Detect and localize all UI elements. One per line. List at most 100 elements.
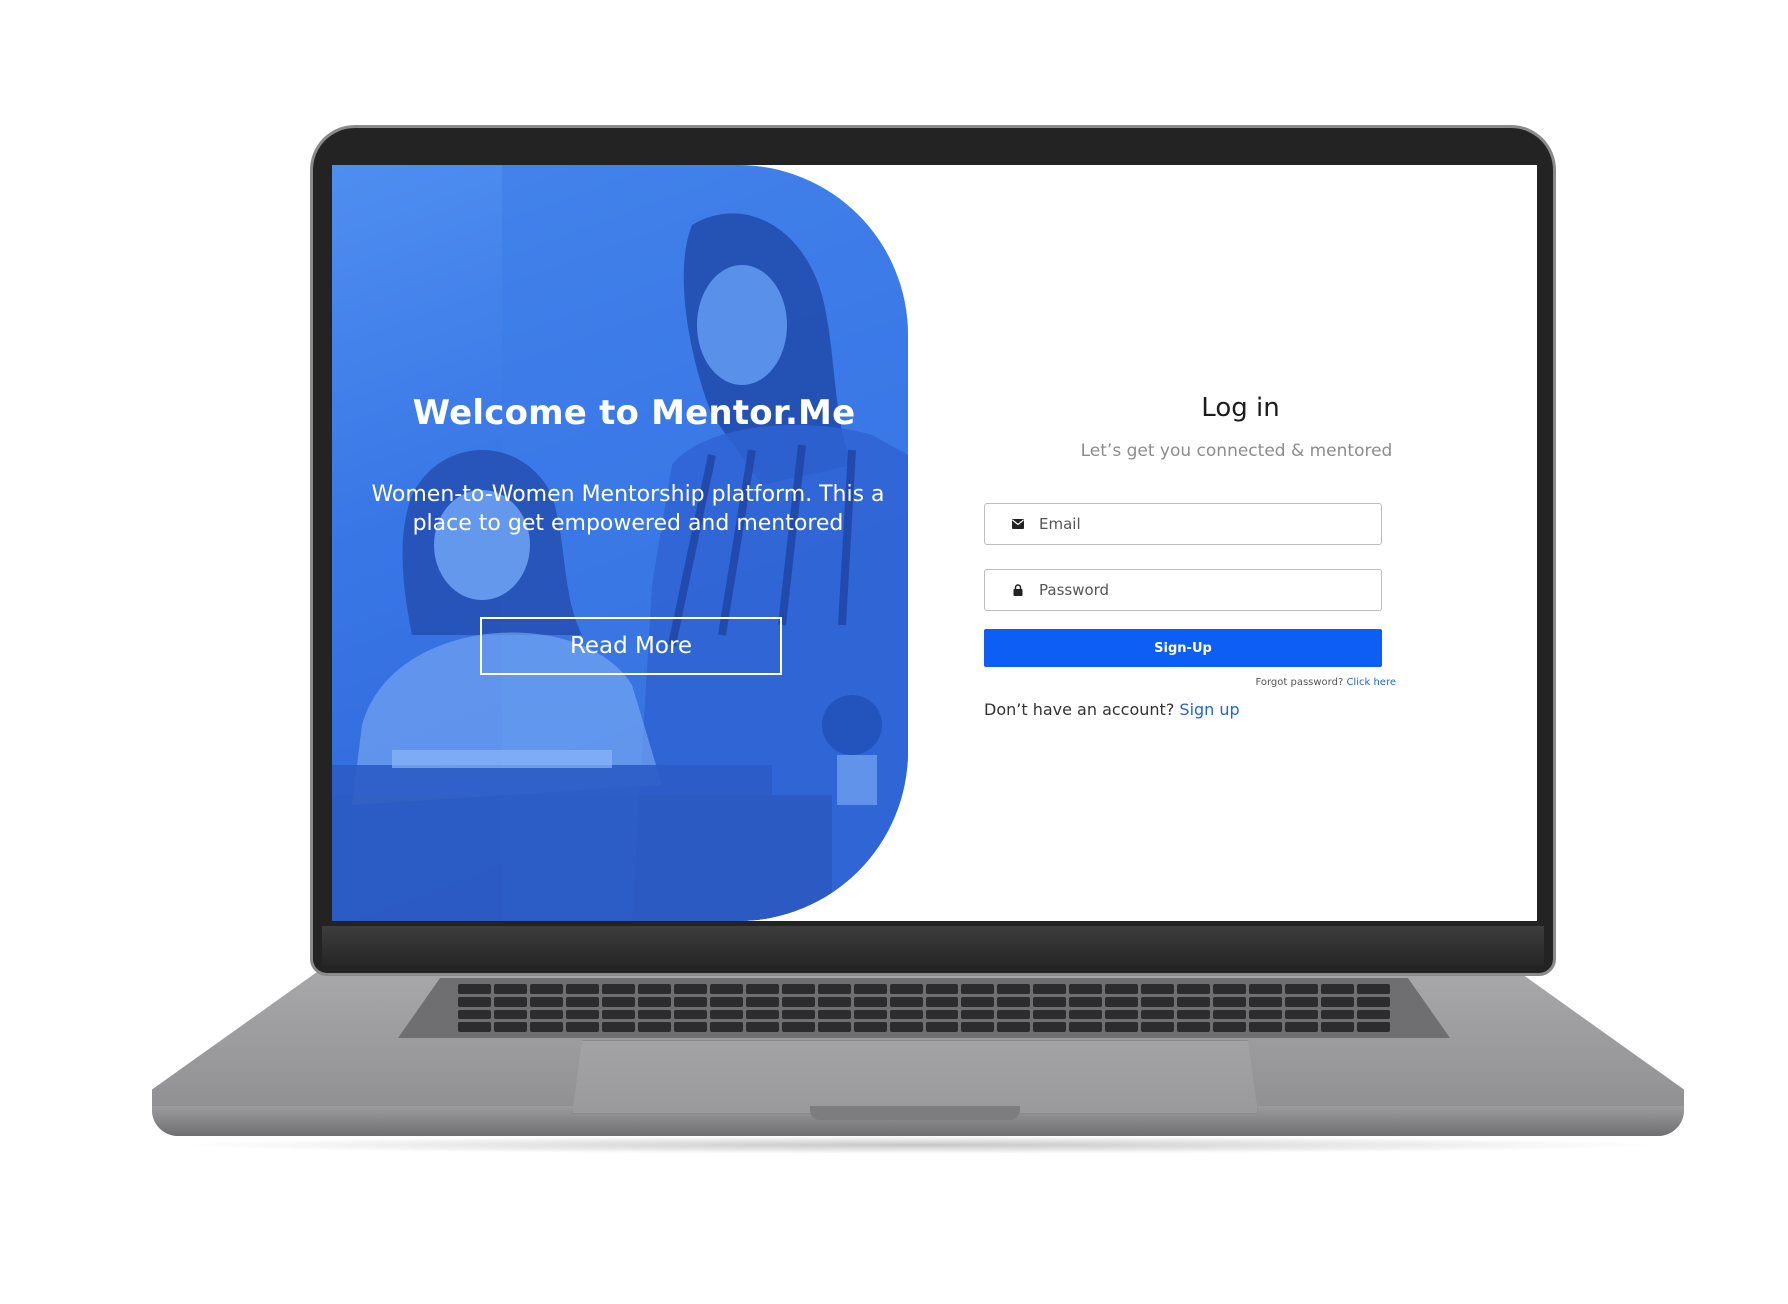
- lock-icon: [1011, 583, 1025, 597]
- keyboard-key: [1141, 1009, 1175, 1020]
- keyboard-key: [637, 1009, 671, 1020]
- laptop-hinge: [322, 926, 1544, 966]
- keyboard-key: [458, 984, 491, 994]
- keyboard-key: [997, 984, 1031, 994]
- keyboard-key: [1033, 984, 1067, 994]
- keyboard-key: [997, 996, 1031, 1007]
- keyboard-key: [925, 996, 959, 1007]
- keyboard-key: [745, 1009, 779, 1020]
- keyboard-key: [925, 1022, 959, 1032]
- keyboard-key: [1213, 1022, 1247, 1032]
- keyboard-key: [925, 984, 959, 994]
- keyboard-key: [601, 1009, 635, 1020]
- keyboard-key: [817, 1022, 851, 1032]
- keyboard-key: [961, 1022, 995, 1032]
- keyboard-key: [1069, 1022, 1103, 1032]
- email-field[interactable]: [984, 503, 1382, 545]
- read-more-button[interactable]: Read More: [480, 617, 782, 675]
- keyboard-key: [817, 984, 851, 994]
- hero-panel: Welcome to Mentor.Me Women-to-Women Ment…: [332, 165, 908, 921]
- keyboard-key: [1033, 1022, 1067, 1032]
- hero-subtitle: Women-to-Women Mentorship platform. This…: [371, 482, 885, 536]
- keyboard-key: [601, 1022, 635, 1032]
- sign-up-link[interactable]: Sign up: [1179, 700, 1239, 719]
- keyboard-key: [1249, 1022, 1283, 1032]
- keyboard-key: [637, 1022, 671, 1032]
- keyboard-key: [458, 1022, 491, 1032]
- sign-up-button[interactable]: Sign-Up: [984, 629, 1382, 667]
- keyboard-key: [853, 1009, 887, 1020]
- laptop-keyboard: [398, 978, 1450, 1038]
- keyboard-key: [529, 1022, 563, 1032]
- password-input[interactable]: [1037, 580, 1357, 600]
- forgot-password-text: Forgot password?: [1255, 677, 1344, 688]
- keyboard-key: [781, 996, 815, 1007]
- keyboard-key: [1069, 984, 1103, 994]
- keyboard-key: [709, 984, 743, 994]
- keyboard-key: [1069, 1009, 1103, 1020]
- keyboard-key: [1213, 996, 1247, 1007]
- forgot-password-row: Forgot password? Click here: [984, 677, 1396, 688]
- email-input[interactable]: [1037, 514, 1357, 534]
- keyboard-key: [997, 1009, 1031, 1020]
- keyboard-key: [1285, 1022, 1319, 1032]
- keyboard-key: [493, 1009, 527, 1020]
- hero-content: Welcome to Mentor.Me Women-to-Women Ment…: [332, 165, 908, 921]
- keyboard-key: [673, 984, 707, 994]
- keyboard-key: [565, 996, 599, 1007]
- keyboard-key: [1285, 1009, 1319, 1020]
- password-field[interactable]: [984, 569, 1382, 611]
- keyboard-key: [889, 1022, 923, 1032]
- laptop-screen: Welcome to Mentor.Me Women-to-Women Ment…: [332, 165, 1537, 921]
- keyboard-key: [529, 996, 563, 1007]
- keyboard-key: [781, 984, 815, 994]
- keyboard-key: [1321, 984, 1355, 994]
- keyboard-key: [493, 996, 527, 1007]
- keyboard-key: [637, 984, 671, 994]
- keyboard-key: [961, 996, 995, 1007]
- keyboard-key: [1213, 984, 1247, 994]
- keyboard-key: [637, 996, 671, 1007]
- keyboard-key: [1105, 1022, 1139, 1032]
- keyboard-key: [565, 1009, 599, 1020]
- envelope-icon: [1011, 517, 1025, 531]
- keyboard-key: [1105, 1009, 1139, 1020]
- keyboard-key: [1177, 996, 1211, 1007]
- keyboard-key: [1285, 984, 1319, 994]
- keyboard-key: [1033, 1009, 1067, 1020]
- laptop-lid-notch: [810, 1106, 1020, 1120]
- keyboard-key: [529, 1009, 563, 1020]
- keyboard-key: [1285, 996, 1319, 1007]
- keyboard-key: [1177, 1009, 1211, 1020]
- forgot-password-link[interactable]: Click here: [1346, 677, 1396, 688]
- keyboard-key: [1321, 996, 1355, 1007]
- hero-title: Welcome to Mentor.Me: [412, 393, 856, 433]
- keyboard-key: [1105, 996, 1139, 1007]
- keyboard-key: [601, 984, 635, 994]
- keyboard-key: [458, 996, 491, 1007]
- keyboard-key: [601, 996, 635, 1007]
- keyboard-key: [889, 996, 923, 1007]
- keyboard-key: [1357, 984, 1390, 994]
- keyboard-key: [997, 1022, 1031, 1032]
- keyboard-key: [673, 1022, 707, 1032]
- keyboard-key: [1069, 996, 1103, 1007]
- keyboard-key: [565, 984, 599, 994]
- keyboard-key: [745, 996, 779, 1007]
- laptop-shadow: [170, 1136, 1666, 1154]
- keyboard-key: [1141, 1022, 1175, 1032]
- keyboard-key: [817, 1009, 851, 1020]
- keyboard-key: [493, 1022, 527, 1032]
- keyboard-key: [1249, 984, 1283, 994]
- keyboard-key: [458, 1009, 491, 1020]
- keyboard-key: [673, 1009, 707, 1020]
- keyboard-key: [745, 984, 779, 994]
- keyboard-key: [673, 996, 707, 1007]
- keyboard-key: [817, 996, 851, 1007]
- keyboard-key: [1357, 1009, 1390, 1020]
- keyboard-key: [781, 1022, 815, 1032]
- keyboard-key: [1177, 1022, 1211, 1032]
- no-account-text: Don’t have an account?: [984, 700, 1175, 719]
- keyboard-key: [529, 984, 563, 994]
- no-account-row: Don’t have an account? Sign up: [984, 700, 1240, 719]
